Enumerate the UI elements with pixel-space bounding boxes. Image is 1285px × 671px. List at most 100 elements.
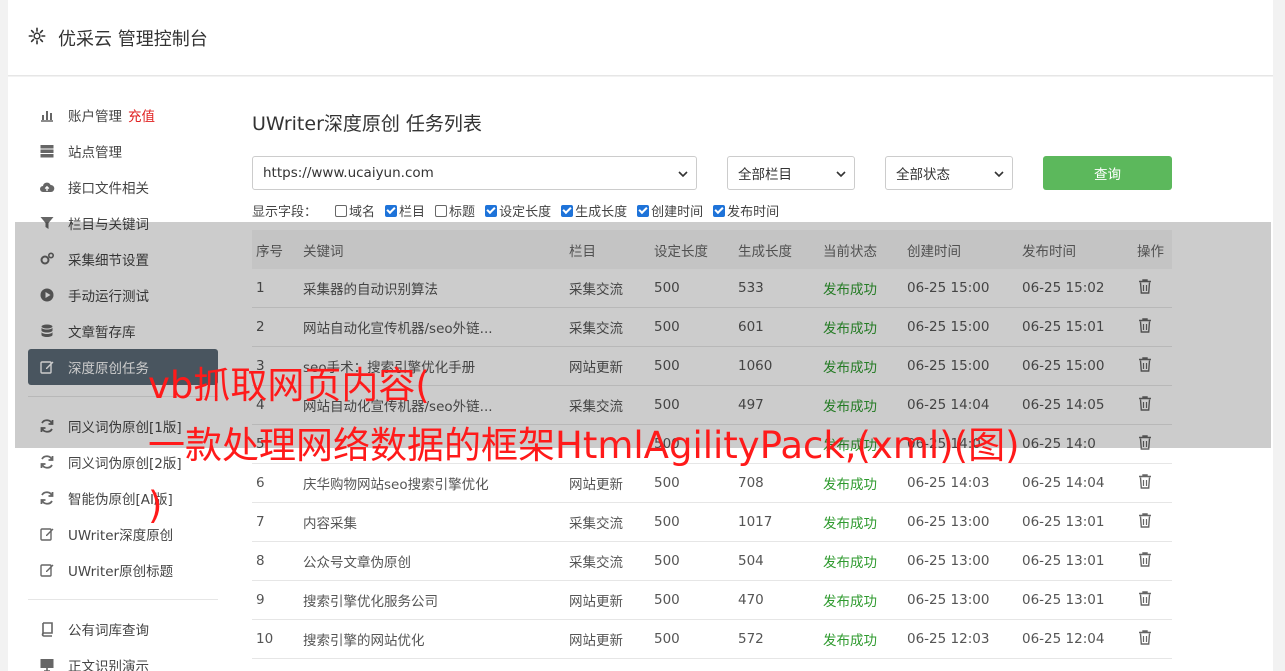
status-text: 发布成功 (823, 594, 877, 610)
field-checkbox-label: 创建时间 (651, 205, 704, 220)
sidebar-item[interactable]: 正文识别演示 (28, 647, 218, 671)
checkbox-checked-icon[interactable] (485, 204, 498, 217)
table-cell: 采集交流 (569, 516, 623, 532)
edit-icon (38, 561, 56, 579)
table-row: 9 搜索引擎优化服务公司 网站更新 500 470 发布成功 06-25 13:00 06-2… (252, 581, 1172, 620)
sidebar-item[interactable]: UWriter原创标题 (28, 552, 218, 588)
sidebar-item[interactable]: 账户管理 充值 (28, 97, 218, 133)
field-checkbox-label: 生成长度 (575, 205, 628, 220)
image-overlay (15, 222, 1271, 448)
table-cell: 7 (256, 514, 265, 530)
watermark-line-2: 一款处理网络数据的框架HtmlAgilityPack,(xml)(图) (148, 424, 1020, 467)
column-select[interactable]: 全部栏目 (727, 156, 855, 190)
table-row: 10 搜索引擎的网站优化 网站更新 500 572 发布成功 06-25 12:03 06-2… (252, 620, 1172, 659)
table-cell: 搜索引擎优化服务公司 (303, 594, 438, 610)
table-cell: 6 (256, 475, 265, 491)
table-cell: 搜索引擎的网站优化 (303, 633, 425, 649)
table-cell: 06-25 13:00 (907, 514, 990, 530)
bar-chart-icon (38, 106, 56, 124)
app-title: 优采云 管理控制台 (58, 29, 208, 50)
site-select-value: https://www.ucaiyun.com (263, 165, 434, 181)
status-text: 发布成功 (823, 477, 877, 493)
column-select-value: 全部栏目 (738, 167, 792, 183)
sidebar-item[interactable]: 智能伪原创[AI版] (28, 480, 218, 516)
table-cell: 500 (654, 475, 680, 491)
cloud-upload-icon (38, 178, 56, 196)
sidebar-item-label: UWriter原创标题 (68, 564, 174, 580)
page-title: UWriter深度原创 任务列表 (252, 113, 482, 135)
sidebar-item[interactable]: 接口文件相关 (28, 169, 218, 205)
refresh-icon (38, 453, 56, 471)
field-checkbox[interactable]: 域名 (335, 201, 375, 220)
field-checkbox[interactable]: 发布时间 (713, 201, 779, 220)
table-cell: 10 (256, 631, 274, 647)
field-checkbox-label: 设定长度 (499, 205, 552, 220)
checkbox-checked-icon[interactable] (385, 204, 398, 217)
sidebar-divider (28, 599, 218, 600)
trash-icon (1139, 590, 1151, 606)
field-checkbox[interactable]: 标题 (435, 201, 475, 220)
table-cell: 06-25 12:03 (907, 631, 990, 647)
table-cell: 06-25 14:03 (907, 475, 990, 491)
sidebar-item-label: 接口文件相关 (68, 181, 149, 197)
table-row: 7 内容采集 采集交流 500 1017 发布成功 06-25 13:00 06-25 13:… (252, 503, 1172, 542)
checkbox-checked-icon[interactable] (637, 204, 650, 217)
gear-icon (28, 27, 46, 45)
checkbox-checked-icon[interactable] (713, 204, 726, 217)
delete-button[interactable] (1137, 512, 1172, 533)
sidebar-item-label: 站点管理 (68, 145, 122, 161)
table-cell: 500 (654, 631, 680, 647)
watermark-line-1: vb抓取网页内容( (148, 364, 430, 407)
table-cell: 06-25 13:00 (907, 553, 990, 569)
table-cell: 06-25 12:04 (1022, 631, 1105, 647)
field-checkbox[interactable]: 设定长度 (485, 201, 551, 220)
checkbox-unchecked-icon[interactable] (435, 204, 448, 217)
field-checkbox[interactable]: 生成长度 (561, 201, 627, 220)
delete-button[interactable] (1137, 473, 1172, 494)
query-button[interactable]: 查询 (1043, 156, 1172, 190)
edit-icon (38, 525, 56, 543)
field-checkbox-label: 域名 (349, 205, 376, 220)
table-cell: 公众号文章伪原创 (303, 555, 411, 571)
table-cell: 06-25 14:04 (1022, 475, 1105, 491)
book-icon (38, 620, 56, 638)
table-cell: 708 (738, 475, 764, 491)
chevron-down-icon (678, 171, 688, 178)
delete-button[interactable] (1137, 551, 1172, 572)
sidebar-item-label: 账户管理 (68, 109, 122, 125)
table-cell: 06-25 13:01 (1022, 553, 1105, 569)
table-cell: 采集交流 (569, 555, 623, 571)
trash-icon (1139, 512, 1151, 528)
display-fields: 显示字段： 域名 栏目 标题 设定长度 生成长度 创建时间 发布时间 (252, 201, 789, 220)
table-cell: 500 (654, 514, 680, 530)
site-select[interactable]: https://www.ucaiyun.com (252, 156, 697, 190)
trash-icon (1139, 551, 1151, 567)
checkbox-checked-icon[interactable] (561, 204, 574, 217)
delete-button[interactable] (1137, 629, 1172, 650)
sidebar-item-label: 正文识别演示 (68, 659, 149, 671)
delete-button[interactable] (1137, 590, 1172, 611)
checkbox-unchecked-icon[interactable] (335, 204, 348, 217)
sidebar-item[interactable]: UWriter深度原创 (28, 516, 218, 552)
table-cell: 网站更新 (569, 477, 623, 493)
table-cell: 8 (256, 553, 265, 569)
sidebar-item[interactable]: 站点管理 (28, 133, 218, 169)
table-cell: 9 (256, 592, 265, 608)
recharge-link[interactable]: 充值 (128, 105, 155, 125)
table-cell: 网站更新 (569, 594, 623, 610)
table-cell: 500 (654, 553, 680, 569)
field-checkbox[interactable]: 创建时间 (637, 201, 703, 220)
watermark-line-3: ) (148, 484, 163, 527)
sidebar-item[interactable]: 公有词库查询 (28, 611, 218, 647)
table-cell: 572 (738, 631, 764, 647)
table-cell: 网站更新 (569, 633, 623, 649)
table-cell: 1017 (738, 514, 773, 530)
status-select[interactable]: 全部状态 (885, 156, 1013, 190)
table-cell: 内容采集 (303, 516, 357, 532)
trash-icon (1139, 629, 1151, 645)
field-checkbox[interactable]: 栏目 (385, 201, 425, 220)
table-cell: 06-25 13:01 (1022, 514, 1105, 530)
status-select-value: 全部状态 (896, 167, 950, 183)
top-bar: 优采云 管理控制台 (8, 0, 1273, 76)
table-row: 8 公众号文章伪原创 采集交流 500 504 发布成功 06-25 13:00 06-25 … (252, 542, 1172, 581)
